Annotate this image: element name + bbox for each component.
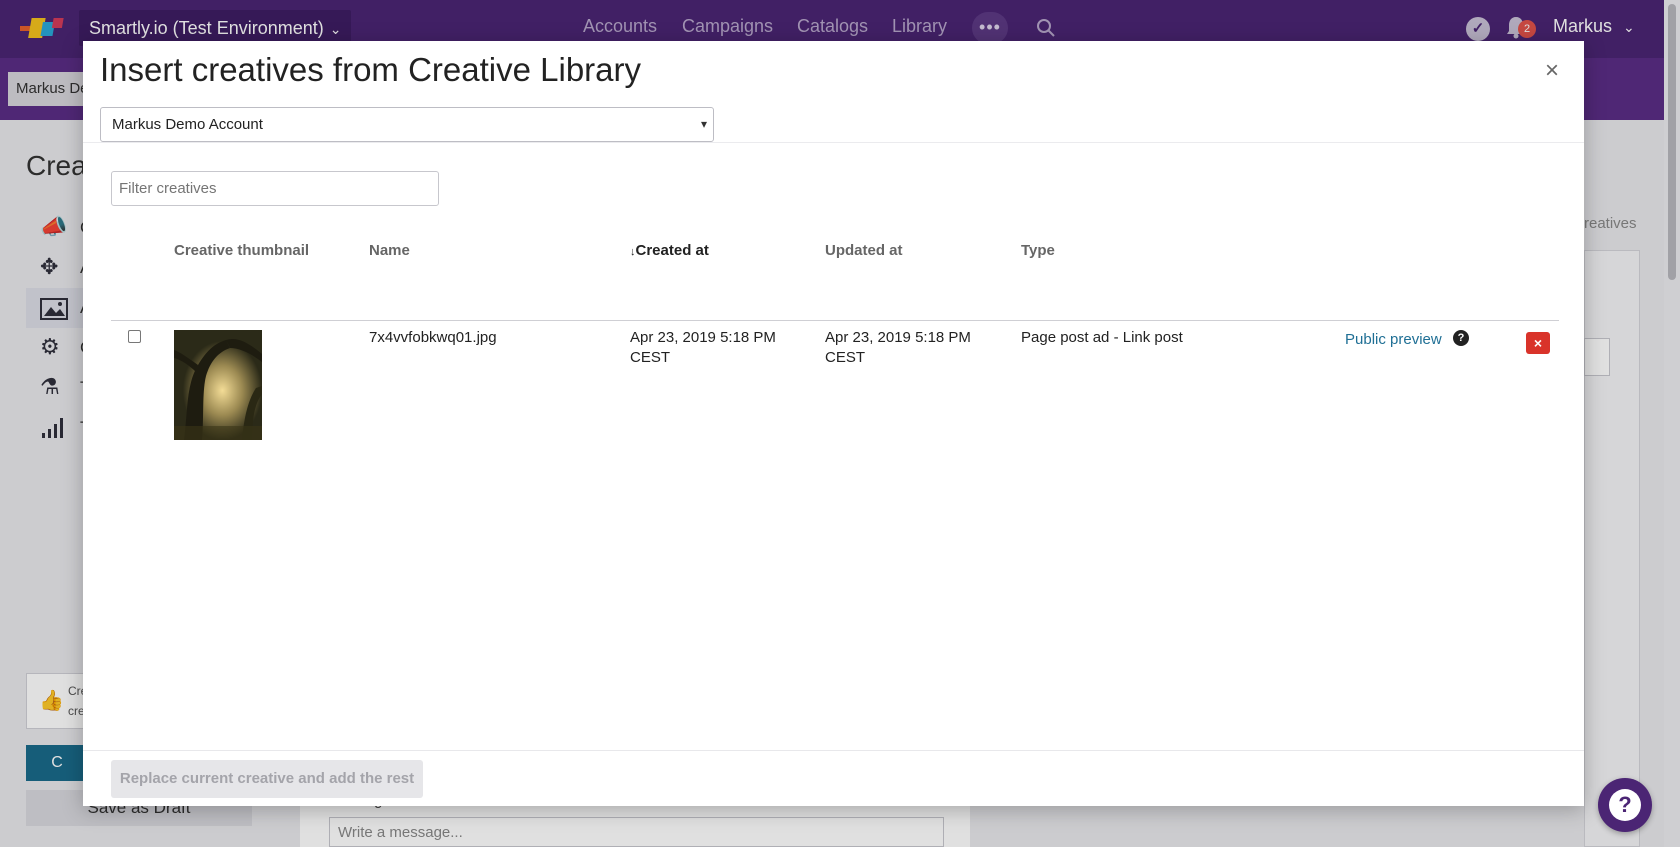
replace-creative-button[interactable]: Replace current creative and add the res… (111, 760, 423, 798)
updated-at-date: Apr 23, 2019 5:18 PM (825, 329, 971, 346)
column-header-created-label: Created at (635, 242, 709, 259)
creative-thumbnail (174, 330, 262, 440)
column-header-name[interactable]: Name (369, 242, 410, 259)
filter-creatives-input[interactable] (111, 171, 439, 206)
account-select-value: Markus Demo Account (112, 116, 263, 133)
delete-creative-button[interactable]: × (1526, 332, 1550, 354)
chevron-down-icon: ▾ (700, 117, 707, 131)
column-header-thumbnail: Creative thumbnail (174, 242, 310, 259)
insert-creatives-modal: Insert creatives from Creative Library ×… (83, 41, 1584, 806)
created-at-date: Apr 23, 2019 5:18 PM (630, 329, 776, 346)
divider (83, 142, 1584, 143)
public-preview-link[interactable]: Public preview (1345, 331, 1442, 348)
updated-at: Apr 23, 2019 5:18 PM CEST (825, 328, 971, 368)
table-header-divider (111, 320, 1559, 321)
column-header-type[interactable]: Type (1021, 242, 1055, 259)
modal-title: Insert creatives from Creative Library (100, 51, 642, 88)
created-at-tz: CEST (630, 349, 671, 366)
column-header-updated[interactable]: Updated at (825, 242, 903, 259)
creative-name: 7x4vvfobkwq01.jpg (369, 329, 497, 346)
help-chat-button[interactable]: ? (1598, 778, 1652, 832)
column-header-created[interactable]: ↓Created at (630, 242, 709, 259)
footer-divider (83, 750, 1584, 751)
close-icon[interactable]: × (1540, 59, 1564, 83)
question-icon: ? (1609, 789, 1641, 821)
created-at: Apr 23, 2019 5:18 PM CEST (630, 328, 776, 368)
account-select[interactable]: Markus Demo Account ▾ (100, 107, 714, 142)
creative-type: Page post ad - Link post (1021, 329, 1183, 346)
updated-at-tz: CEST (825, 349, 866, 366)
help-question-icon[interactable]: ? (1453, 330, 1469, 346)
row-select-checkbox[interactable] (128, 330, 141, 343)
